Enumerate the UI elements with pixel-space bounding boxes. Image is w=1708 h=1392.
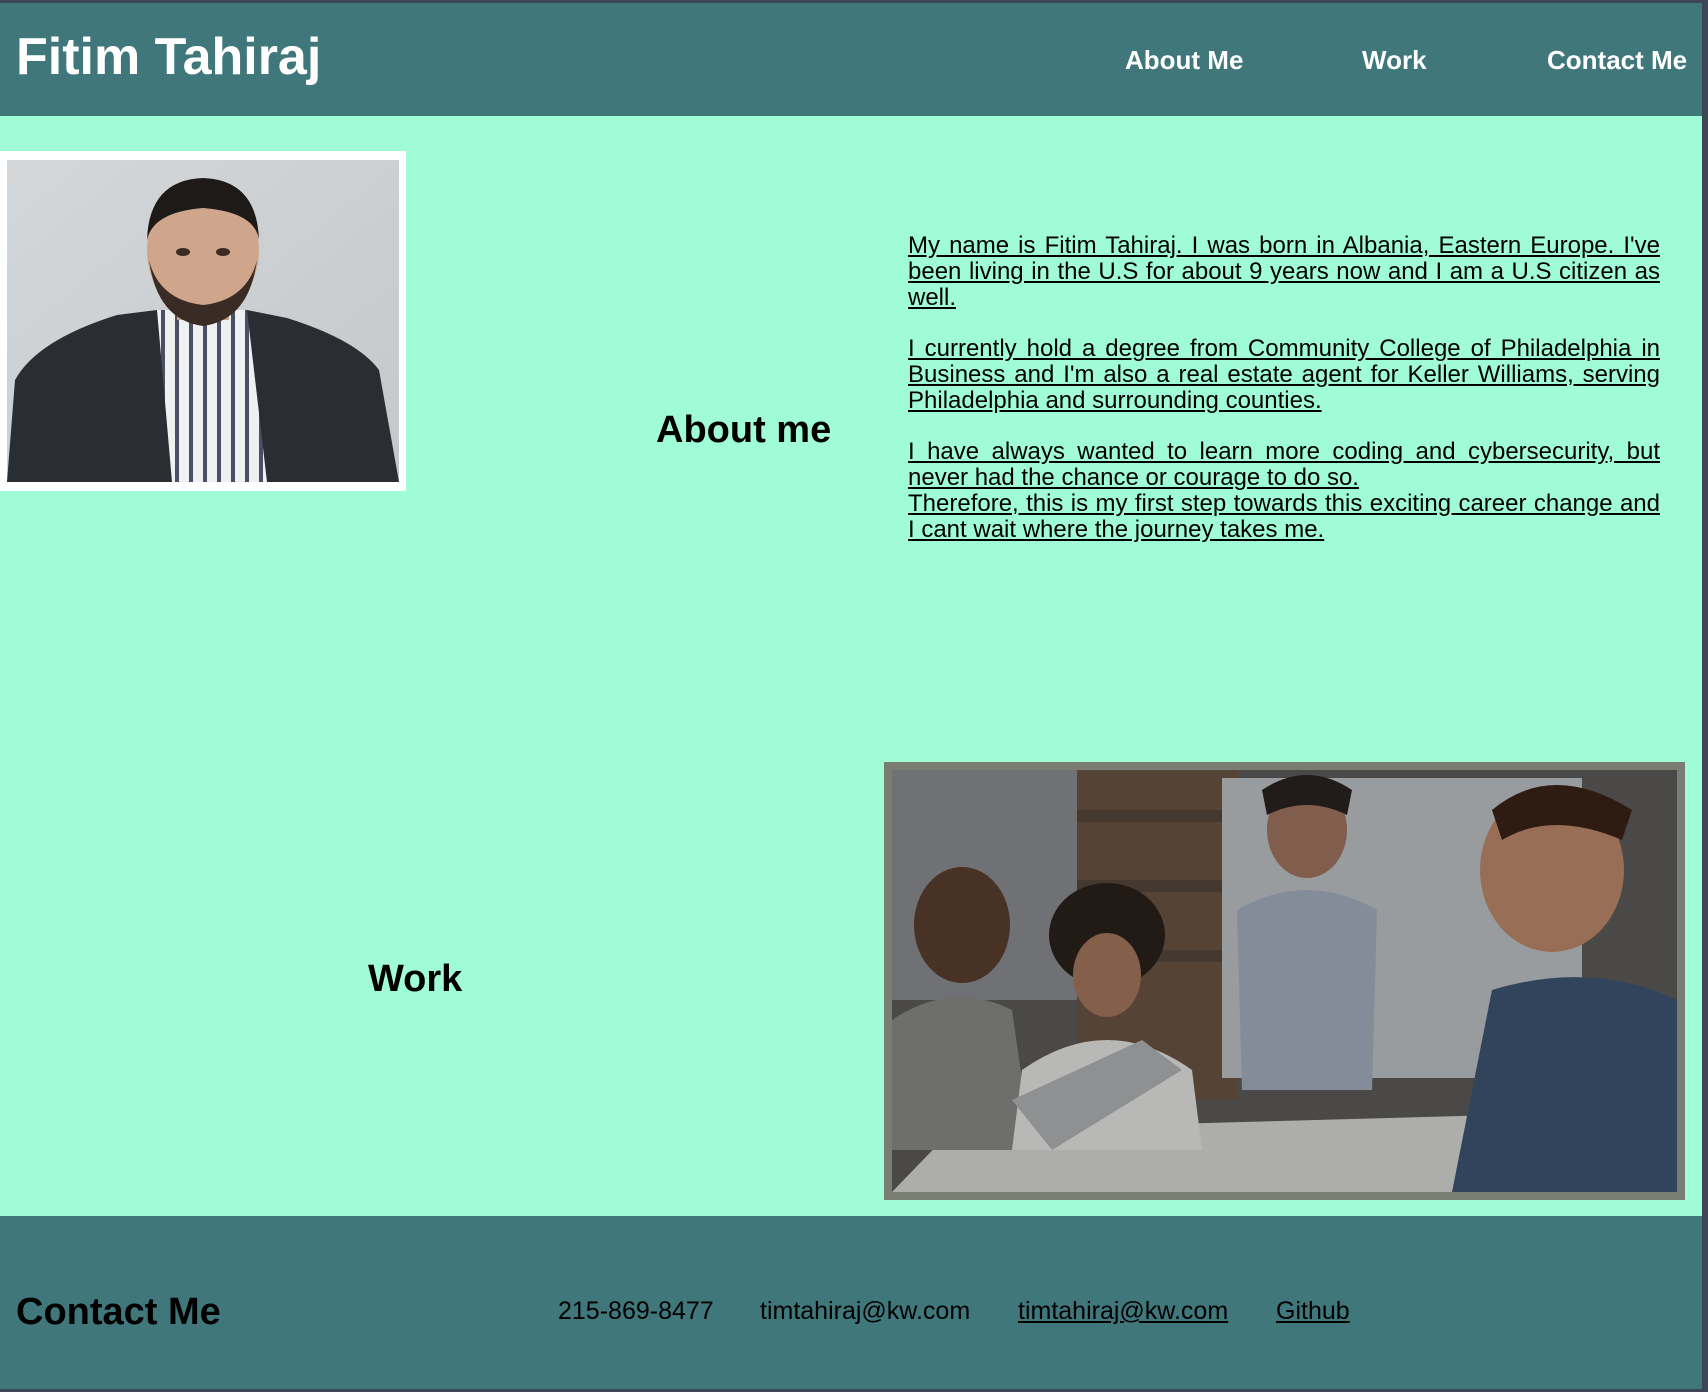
about-line: Therefore, this is my first step towards… bbox=[908, 490, 1660, 543]
about-paragraph: I currently hold a degree from Community… bbox=[908, 336, 1660, 414]
site-header: Fitim Tahiraj About Me Work Contact Me bbox=[0, 3, 1702, 116]
about-text: My name is Fitim Tahiraj. I was born in … bbox=[908, 233, 1660, 568]
contact-email-link[interactable]: timtahiraj@kw.com bbox=[1018, 1297, 1228, 1326]
contact-title: Contact Me bbox=[16, 1291, 221, 1333]
work-photo bbox=[892, 770, 1677, 1192]
work-title: Work bbox=[368, 958, 463, 1000]
about-line: I currently hold a degree from Community… bbox=[908, 335, 1660, 414]
work-image-frame bbox=[884, 762, 1685, 1200]
about-paragraph: My name is Fitim Tahiraj. I was born in … bbox=[908, 233, 1660, 311]
about-paragraph: I have always wanted to learn more codin… bbox=[908, 439, 1660, 543]
nav-link-work[interactable]: Work bbox=[1362, 46, 1427, 75]
site-footer: Contact Me 215-869-8477 timtahiraj@kw.co… bbox=[0, 1216, 1702, 1389]
page: Fitim Tahiraj About Me Work Contact Me A… bbox=[0, 3, 1702, 1389]
github-link[interactable]: Github bbox=[1276, 1297, 1350, 1326]
portrait-frame bbox=[0, 151, 406, 491]
about-line: I have always wanted to learn more codin… bbox=[908, 438, 1660, 491]
about-title: About me bbox=[656, 409, 832, 451]
nav-link-contact-me[interactable]: Contact Me bbox=[1547, 46, 1687, 75]
about-line: My name is Fitim Tahiraj. I was born in … bbox=[908, 232, 1660, 311]
contact-phone: 215-869-8477 bbox=[558, 1297, 714, 1325]
site-title: Fitim Tahiraj bbox=[16, 28, 322, 86]
nav-link-about-me[interactable]: About Me bbox=[1125, 46, 1243, 75]
contact-email-text: timtahiraj@kw.com bbox=[760, 1297, 971, 1325]
portrait-photo bbox=[7, 160, 399, 482]
